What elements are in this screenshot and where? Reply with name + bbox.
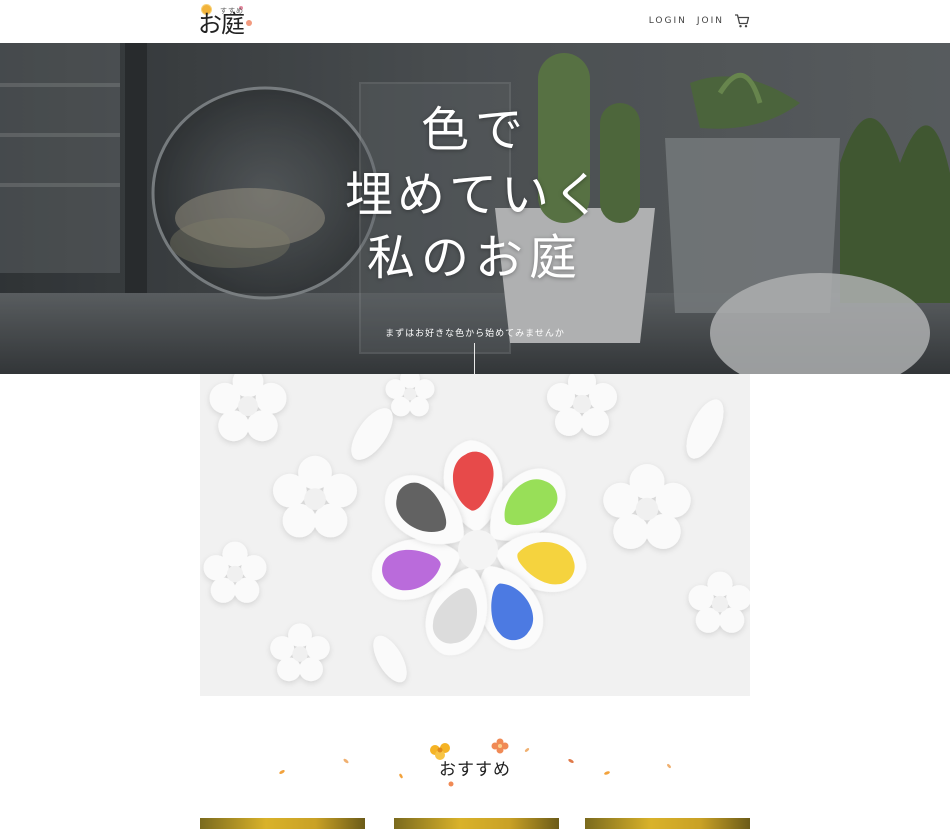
hero-section: 色で 埋めていく 私のお庭 まずはお好きな色から始めてみませんか <box>0 43 950 374</box>
logo-text: お庭 <box>198 10 245 38</box>
logo-blossom-icon <box>246 20 252 26</box>
recommend-card-2[interactable] <box>394 818 559 829</box>
recommend-card-3[interactable] <box>585 818 750 829</box>
hero-title-line-3: 私のお庭 <box>366 230 583 286</box>
flower-center <box>458 530 498 570</box>
login-link[interactable]: LOGIN <box>649 16 687 26</box>
hero-title-line-2: 埋めていく <box>344 167 605 223</box>
site-logo[interactable]: すすめ お庭 <box>198 4 258 40</box>
site-header: すすめ お庭 LOGIN JOIN <box>0 0 950 43</box>
recommend-section: おすすめ <box>0 735 950 795</box>
color-flower-svg <box>200 374 750 696</box>
recommend-card-1[interactable] <box>200 818 365 829</box>
recommend-title: おすすめ <box>439 760 511 780</box>
recommend-cards <box>200 818 750 829</box>
hero-divider <box>474 343 475 374</box>
join-link[interactable]: JOIN <box>697 16 724 26</box>
main-nav: LOGIN JOIN <box>649 13 750 29</box>
color-flower-illustration <box>200 374 750 696</box>
cart-icon[interactable] <box>734 13 750 29</box>
hero-subtitle: まずはお好きな色から始めてみませんか <box>385 329 565 339</box>
hero-title-line-1: 色で <box>420 102 529 158</box>
